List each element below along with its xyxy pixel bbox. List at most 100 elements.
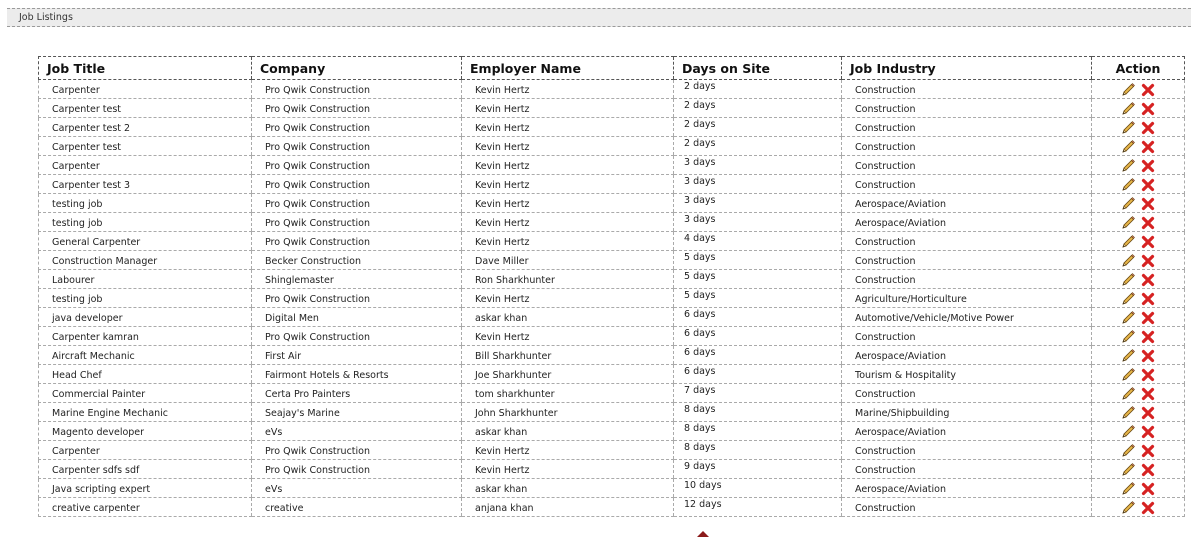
delete-x-icon[interactable] (1140, 367, 1156, 383)
delete-x-icon[interactable] (1140, 158, 1156, 174)
cell-employer-name: Kevin Hertz (461, 155, 674, 175)
cell-employer-name: Kevin Hertz (461, 440, 674, 460)
cell-job-industry: Aerospace/Aviation (841, 212, 1092, 232)
cell-days-on-site: 4 days (673, 231, 842, 251)
cell-employer-name: Bill Sharkhunter (461, 345, 674, 365)
cell-company: Pro Qwik Construction (251, 79, 462, 99)
delete-x-icon[interactable] (1140, 386, 1156, 402)
delete-x-icon[interactable] (1140, 82, 1156, 98)
delete-x-icon[interactable] (1140, 462, 1156, 478)
cell-job-industry: Construction (841, 117, 1092, 137)
cell-days-on-site: 10 days (673, 478, 842, 498)
cell-company: eVs (251, 478, 462, 498)
delete-x-icon[interactable] (1140, 348, 1156, 364)
cell-job-title: Carpenter test 3 (38, 174, 252, 194)
cell-job-industry: Aerospace/Aviation (841, 345, 1092, 365)
pencil-icon[interactable] (1120, 310, 1136, 326)
cell-employer-name: Kevin Hertz (461, 117, 674, 137)
delete-x-icon[interactable] (1140, 405, 1156, 421)
pencil-icon[interactable] (1120, 424, 1136, 440)
delete-x-icon[interactable] (1140, 329, 1156, 345)
pencil-icon[interactable] (1120, 462, 1136, 478)
pencil-icon[interactable] (1120, 367, 1136, 383)
pencil-icon[interactable] (1120, 348, 1136, 364)
pencil-icon[interactable] (1120, 386, 1136, 402)
cell-job-industry: Construction (841, 440, 1092, 460)
table-row: Carpenter test Pro Qwik Construction Kevin… (38, 98, 1185, 118)
pencil-icon[interactable] (1120, 405, 1136, 421)
header-days-on-site[interactable]: Days on Site (673, 56, 842, 80)
delete-x-icon[interactable] (1140, 272, 1156, 288)
table-row: Marine Engine Mechanic Seajay's Marine Joh… (38, 402, 1185, 422)
pencil-icon[interactable] (1120, 139, 1136, 155)
page: Job Listings Job Title Company Employer … (0, 0, 1193, 537)
delete-x-icon[interactable] (1140, 196, 1156, 212)
caret-up-icon[interactable] (697, 531, 709, 537)
table-header-row: Job Title Company Employer Name Days on … (38, 56, 1185, 80)
cell-days-on-site: 8 days (673, 440, 842, 460)
pencil-icon[interactable] (1120, 234, 1136, 250)
delete-x-icon[interactable] (1140, 253, 1156, 269)
cell-job-title: Construction Manager (38, 250, 252, 270)
job-listings-table-wrap: Job Title Company Employer Name Days on … (38, 56, 1185, 517)
delete-x-icon[interactable] (1140, 481, 1156, 497)
pencil-icon[interactable] (1120, 158, 1136, 174)
delete-x-icon[interactable] (1140, 101, 1156, 117)
cell-action (1091, 307, 1185, 327)
pencil-icon[interactable] (1120, 329, 1136, 345)
cell-employer-name: anjana khan (461, 497, 674, 517)
cell-days-on-site: 6 days (673, 364, 842, 384)
header-employer-name[interactable]: Employer Name (461, 56, 674, 80)
job-listings-table: Job Title Company Employer Name Days on … (38, 56, 1185, 517)
delete-x-icon[interactable] (1140, 215, 1156, 231)
delete-x-icon[interactable] (1140, 139, 1156, 155)
delete-x-icon[interactable] (1140, 177, 1156, 193)
cell-job-industry: Construction (841, 136, 1092, 156)
table-row: Carpenter sdfs sdf Pro Qwik Construction K… (38, 459, 1185, 479)
cell-job-title: Aircraft Mechanic (38, 345, 252, 365)
cell-action (1091, 250, 1185, 270)
pencil-icon[interactable] (1120, 215, 1136, 231)
cell-days-on-site: 8 days (673, 421, 842, 441)
pencil-icon[interactable] (1120, 443, 1136, 459)
table-row: General Carpenter Pro Qwik Construction Ke… (38, 231, 1185, 251)
delete-x-icon[interactable] (1140, 500, 1156, 516)
delete-x-icon[interactable] (1140, 120, 1156, 136)
table-row: testing job Pro Qwik Construction Kevin He… (38, 212, 1185, 232)
cell-employer-name: Kevin Hertz (461, 459, 674, 479)
cell-action (1091, 269, 1185, 289)
pencil-icon[interactable] (1120, 82, 1136, 98)
pencil-icon[interactable] (1120, 120, 1136, 136)
pencil-icon[interactable] (1120, 196, 1136, 212)
cell-company: Shinglemaster (251, 269, 462, 289)
table-row: Carpenter test 3 Pro Qwik Construction Kev… (38, 174, 1185, 194)
pencil-icon[interactable] (1120, 291, 1136, 307)
cell-job-industry: Agriculture/Horticulture (841, 288, 1092, 308)
header-job-industry[interactable]: Job Industry (841, 56, 1092, 80)
cell-job-title: Carpenter (38, 79, 252, 99)
cell-job-industry: Aerospace/Aviation (841, 478, 1092, 498)
delete-x-icon[interactable] (1140, 234, 1156, 250)
section-header: Job Listings (7, 8, 1191, 27)
delete-x-icon[interactable] (1140, 424, 1156, 440)
cell-company: Pro Qwik Construction (251, 193, 462, 213)
table-row: Commercial Painter Certa Pro Painters tom … (38, 383, 1185, 403)
pencil-icon[interactable] (1120, 500, 1136, 516)
header-job-title[interactable]: Job Title (38, 56, 252, 80)
pencil-icon[interactable] (1120, 177, 1136, 193)
pencil-icon[interactable] (1120, 481, 1136, 497)
table-row: Carpenter Pro Qwik Construction Kevin Hert… (38, 440, 1185, 460)
pencil-icon[interactable] (1120, 272, 1136, 288)
pencil-icon[interactable] (1120, 101, 1136, 117)
cell-days-on-site: 12 days (673, 497, 842, 517)
cell-days-on-site: 3 days (673, 193, 842, 213)
table-row: Carpenter Pro Qwik Construction Kevin Hert… (38, 79, 1185, 99)
cell-company: Pro Qwik Construction (251, 288, 462, 308)
delete-x-icon[interactable] (1140, 291, 1156, 307)
delete-x-icon[interactable] (1140, 310, 1156, 326)
delete-x-icon[interactable] (1140, 443, 1156, 459)
section-title: Job Listings (19, 12, 73, 23)
cell-job-industry: Construction (841, 497, 1092, 517)
header-company[interactable]: Company (251, 56, 462, 80)
pencil-icon[interactable] (1120, 253, 1136, 269)
